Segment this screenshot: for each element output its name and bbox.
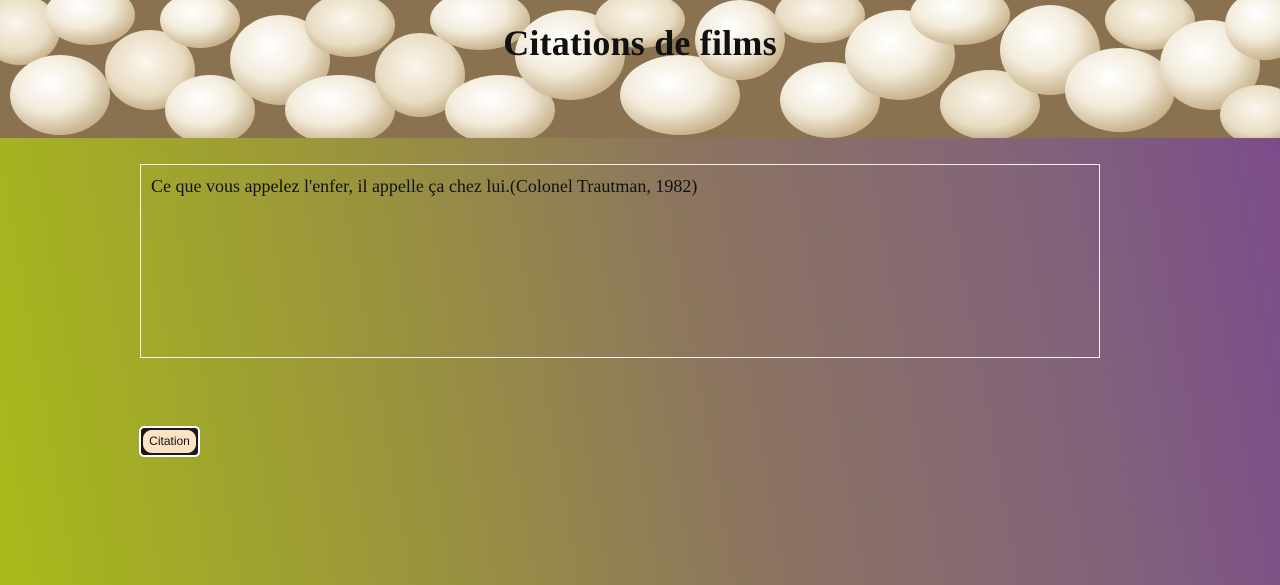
citation-button-label: Citation (143, 430, 196, 453)
page-title: Citations de films (503, 23, 777, 63)
quote-display: Ce que vous appelez l'enfer, il appelle … (140, 164, 1100, 358)
header-banner: Citations de films (0, 0, 1280, 138)
citation-button[interactable]: Citation (139, 426, 200, 457)
